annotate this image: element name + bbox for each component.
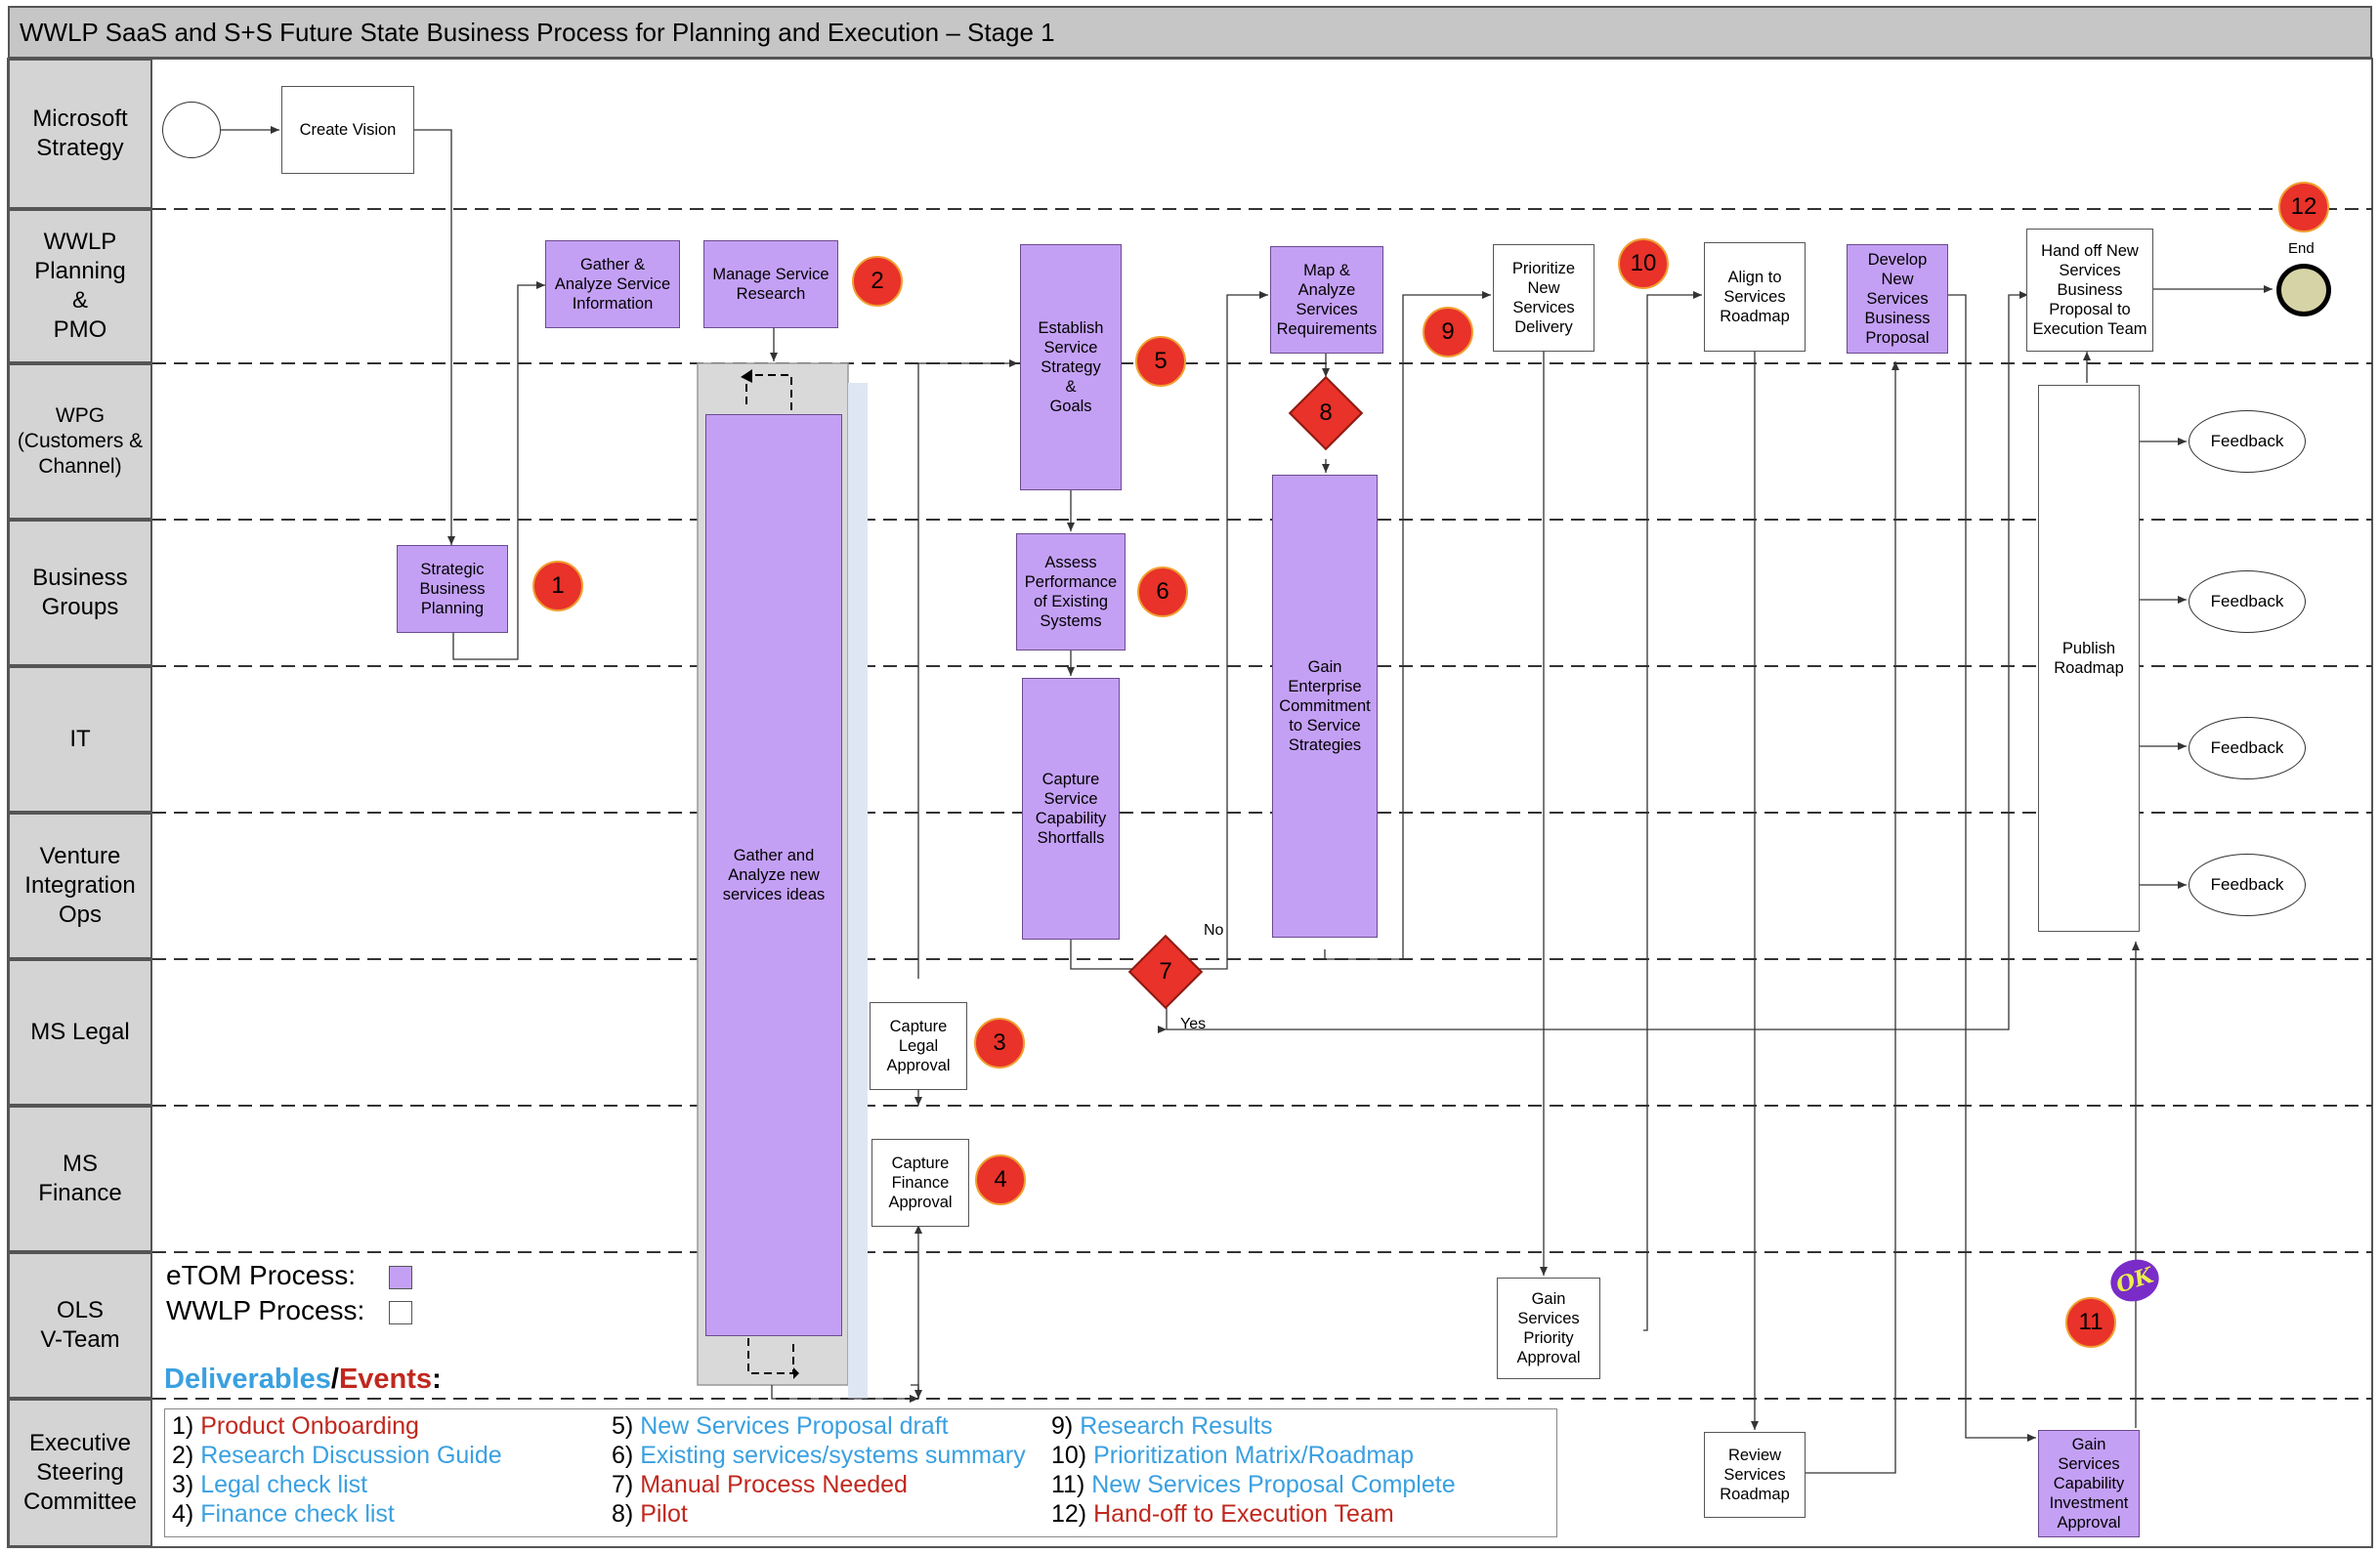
- deliverable-item-7: 7) Manual Process Needed: [612, 1471, 908, 1498]
- gain-enterprise-commitment-box[interactable]: Gain Enterprise Commitment to Service St…: [1272, 475, 1378, 938]
- capture-finance-approval-box[interactable]: Capture Finance Approval: [871, 1139, 969, 1227]
- decision-8-label: 8: [1319, 399, 1333, 426]
- deliverable-item-8: 8) Pilot: [612, 1500, 688, 1528]
- end-event: [2276, 264, 2331, 316]
- deliverable-item-9: 9) Research Results: [1051, 1412, 1273, 1440]
- map-analyze-requirements-box[interactable]: Map & Analyze Services Requirements: [1270, 246, 1383, 354]
- capture-legal-approval-box[interactable]: Capture Legal Approval: [870, 1002, 967, 1090]
- badge-4: 4: [975, 1154, 1026, 1205]
- feedback-ellipse-it: Feedback: [2189, 717, 2306, 779]
- create-vision-box[interactable]: Create Vision: [281, 86, 414, 174]
- deliverable-item-3: 3) Legal check list: [172, 1471, 368, 1498]
- badge-11: 11: [2065, 1297, 2116, 1348]
- feedback-ellipse-wpg: Feedback: [2189, 410, 2306, 473]
- deliverable-item-5: 5) New Services Proposal draft: [612, 1412, 949, 1440]
- badge-6: 6: [1137, 567, 1188, 617]
- no-label: No: [1204, 922, 1224, 939]
- capture-capability-shortfalls-box[interactable]: Capture Service Capability Shortfalls: [1022, 678, 1120, 940]
- start-event: [162, 102, 221, 158]
- gather-analyze-service-info-box[interactable]: Gather & Analyze Service Information: [545, 240, 680, 328]
- badge-2: 2: [852, 256, 903, 307]
- deliverable-item-6: 6) Existing services/systems summary: [612, 1442, 1026, 1469]
- deliverable-item-1: 1) Product Onboarding: [172, 1412, 419, 1440]
- legend-wwlp-swatch: [389, 1301, 412, 1324]
- feedback-ellipse-business-groups: Feedback: [2189, 570, 2306, 633]
- badge-1: 1: [532, 561, 583, 611]
- badge-5: 5: [1135, 336, 1186, 387]
- deliverables-title: Deliverables/Events:: [164, 1364, 442, 1395]
- gain-investment-approval-box[interactable]: Gain Services Capability Investment Appr…: [2038, 1430, 2140, 1537]
- deliverable-item-4: 4) Finance check list: [172, 1500, 395, 1528]
- gain-priority-approval-box[interactable]: Gain Services Priority Approval: [1497, 1278, 1600, 1379]
- deliverable-item-10: 10) Prioritization Matrix/Roadmap: [1051, 1442, 1414, 1469]
- end-label: End: [2288, 240, 2315, 257]
- establish-service-strategy-box[interactable]: Establish Service Strategy & Goals: [1020, 244, 1122, 490]
- feedback-ellipse-venture: Feedback: [2189, 854, 2306, 916]
- deliverable-item-2: 2) Research Discussion Guide: [172, 1442, 502, 1469]
- review-roadmap-box[interactable]: Review Services Roadmap: [1704, 1432, 1806, 1518]
- legend-etom-swatch: [389, 1266, 412, 1289]
- manage-service-research-box[interactable]: Manage Service Research: [703, 240, 838, 328]
- strategic-business-planning-box[interactable]: Strategic Business Planning: [397, 545, 508, 633]
- deliverable-item-11: 11) New Services Proposal Complete: [1051, 1471, 1456, 1498]
- decision-7-label: 7: [1159, 958, 1172, 985]
- develop-business-proposal-box[interactable]: Develop New Services Business Proposal: [1847, 244, 1948, 354]
- badge-3: 3: [974, 1018, 1025, 1069]
- badge-10: 10: [1618, 238, 1669, 289]
- deliverable-item-12: 12) Hand-off to Execution Team: [1051, 1500, 1394, 1528]
- badge-9: 9: [1423, 307, 1473, 357]
- hand-off-proposal-box[interactable]: Hand off New Services Business Proposal …: [2026, 229, 2153, 352]
- publish-roadmap-box[interactable]: Publish Roadmap: [2038, 385, 2140, 932]
- prioritize-new-services-box[interactable]: Prioritize New Services Delivery: [1493, 244, 1594, 352]
- align-roadmap-box[interactable]: Align to Services Roadmap: [1704, 242, 1806, 352]
- assess-performance-box[interactable]: Assess Performance of Existing Systems: [1016, 533, 1126, 651]
- legend-etom-label: eTOM Process:: [166, 1260, 356, 1290]
- legend-wwlp-label: WWLP Process:: [166, 1295, 365, 1325]
- process-diagram: WWLP SaaS and S+S Future State Business …: [0, 0, 2380, 1553]
- yes-label: Yes: [1180, 1016, 1207, 1032]
- gather-analyze-new-ideas-box[interactable]: Gather and Analyze new services ideas: [705, 414, 842, 1336]
- badge-12: 12: [2278, 182, 2329, 232]
